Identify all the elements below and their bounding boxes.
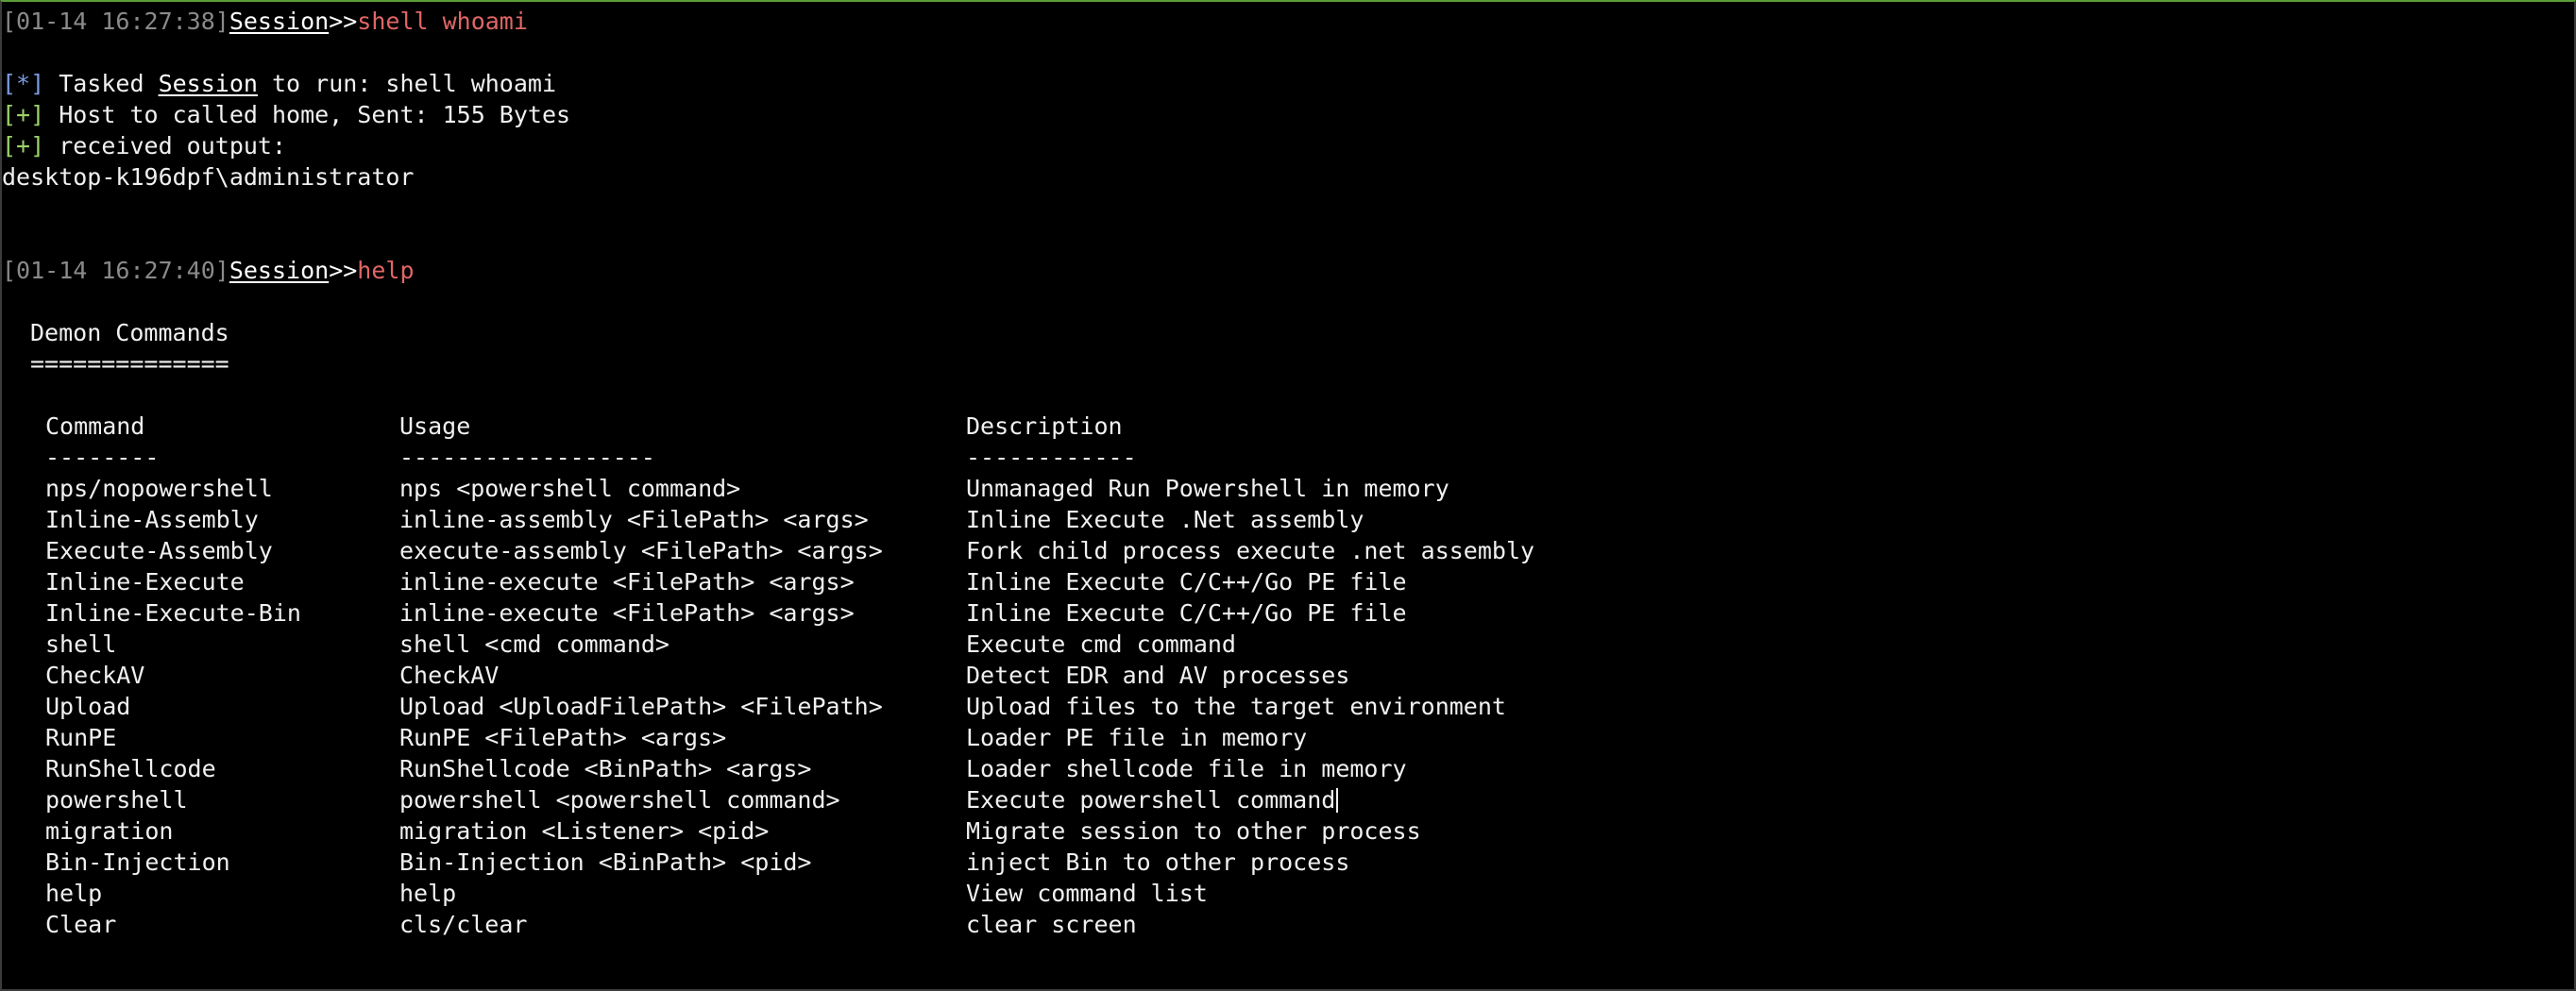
- tasked-prefix: Tasked: [44, 70, 159, 97]
- row-command: Inline-Assembly: [45, 506, 259, 533]
- row-description: Loader shellcode file in memory: [966, 755, 1407, 782]
- row-command: migration: [45, 817, 174, 845]
- header-usage: Usage: [399, 412, 471, 440]
- row-description: Execute cmd command: [966, 630, 1236, 658]
- row-command: help: [45, 880, 103, 907]
- header-description-underline: ------------: [966, 444, 1137, 471]
- session-label: Session: [229, 8, 330, 35]
- row-description: Migrate session to other process: [966, 817, 1421, 845]
- row-usage: nps <powershell command>: [399, 475, 741, 502]
- row-command: Inline-Execute-Bin: [45, 599, 301, 627]
- row-command: Clear: [45, 911, 117, 938]
- received-text: received output:: [44, 132, 287, 160]
- row-command: RunShellcode: [45, 755, 216, 782]
- row-command: powershell: [45, 786, 188, 814]
- info-mark: [*]: [2, 70, 45, 97]
- row-usage: Bin-Injection <BinPath> <pid>: [399, 848, 812, 876]
- tasked-line: [*] Tasked Session to run: shell whoami: [2, 68, 556, 99]
- row-usage: CheckAV: [399, 662, 500, 689]
- row-description: Fork child process execute .net assembly: [966, 537, 1535, 564]
- row-description: Detect EDR and AV processes: [966, 662, 1350, 689]
- prompt-arrow: >>: [329, 8, 358, 35]
- row-description-text: Execute powershell command: [966, 786, 1336, 814]
- success-mark: [+]: [2, 101, 45, 128]
- row-description: View command list: [966, 880, 1208, 907]
- header-command: Command: [45, 412, 145, 440]
- row-usage: inline-execute <FilePath> <args>: [399, 568, 855, 596]
- row-description: Inline Execute C/C++/Go PE file: [966, 599, 1407, 627]
- prompt-timestamp: [01-14 16:27:40]: [2, 257, 229, 284]
- row-usage: help: [399, 880, 457, 907]
- row-command: Execute-Assembly: [45, 537, 273, 564]
- row-usage: RunShellcode <BinPath> <args>: [399, 755, 812, 782]
- row-description: Execute powershell command: [966, 784, 1339, 815]
- terminal-window[interactable]: [01-14 16:27:38]Session>>shell whoami [*…: [0, 0, 2576, 991]
- header-usage-underline: ------------------: [399, 444, 655, 471]
- row-description: Upload files to the target environment: [966, 693, 1506, 720]
- row-description: Inline Execute C/C++/Go PE file: [966, 568, 1407, 596]
- row-description: clear screen: [966, 911, 1137, 938]
- tasked-suffix: to run: shell whoami: [257, 70, 557, 97]
- row-command: Inline-Execute: [45, 568, 245, 596]
- entered-command: help: [357, 257, 415, 284]
- prompt-timestamp: [01-14 16:27:38]: [2, 8, 229, 35]
- prompt-line: [01-14 16:27:38]Session>>shell whoami: [2, 6, 528, 37]
- row-command: nps/nopowershell: [45, 475, 273, 502]
- success-mark: [+]: [2, 132, 45, 160]
- command-result: desktop-k196dpf\administrator: [2, 163, 415, 191]
- session-label: Session: [229, 257, 330, 284]
- received-line: [+] received output:: [2, 130, 286, 161]
- row-usage: Upload <UploadFilePath> <FilePath>: [399, 693, 883, 720]
- prompt-arrow: >>: [329, 257, 358, 284]
- row-command: Bin-Injection: [45, 848, 230, 876]
- row-usage: migration <Listener> <pid>: [399, 817, 770, 845]
- row-description: inject Bin to other process: [966, 848, 1350, 876]
- sent-text: Host to called home, Sent: 155 Bytes: [44, 101, 571, 128]
- help-title: Demon Commands: [30, 319, 229, 346]
- prompt-line: [01-14 16:27:40]Session>>help: [2, 255, 415, 286]
- sent-line: [+] Host to called home, Sent: 155 Bytes: [2, 99, 570, 130]
- row-usage: shell <cmd command>: [399, 630, 669, 658]
- text-cursor: [1336, 788, 1339, 813]
- row-command: shell: [45, 630, 117, 658]
- header-description: Description: [966, 412, 1123, 440]
- row-command: Upload: [45, 693, 131, 720]
- header-command-underline: --------: [45, 444, 160, 471]
- row-command: CheckAV: [45, 662, 145, 689]
- row-description: Inline Execute .Net assembly: [966, 506, 1364, 533]
- row-usage: inline-execute <FilePath> <args>: [399, 599, 855, 627]
- help-title-underline: ==============: [30, 350, 229, 378]
- tasked-session: Session: [158, 70, 258, 97]
- row-usage: inline-assembly <FilePath> <args>: [399, 506, 869, 533]
- row-usage: cls/clear: [399, 911, 528, 938]
- entered-command: shell whoami: [357, 8, 528, 35]
- row-description: Unmanaged Run Powershell in memory: [966, 475, 1449, 502]
- row-description: Loader PE file in memory: [966, 724, 1308, 751]
- row-usage: execute-assembly <FilePath> <args>: [399, 537, 883, 564]
- row-command: RunPE: [45, 724, 117, 751]
- row-usage: powershell <powershell command>: [399, 786, 840, 814]
- row-usage: RunPE <FilePath> <args>: [399, 724, 727, 751]
